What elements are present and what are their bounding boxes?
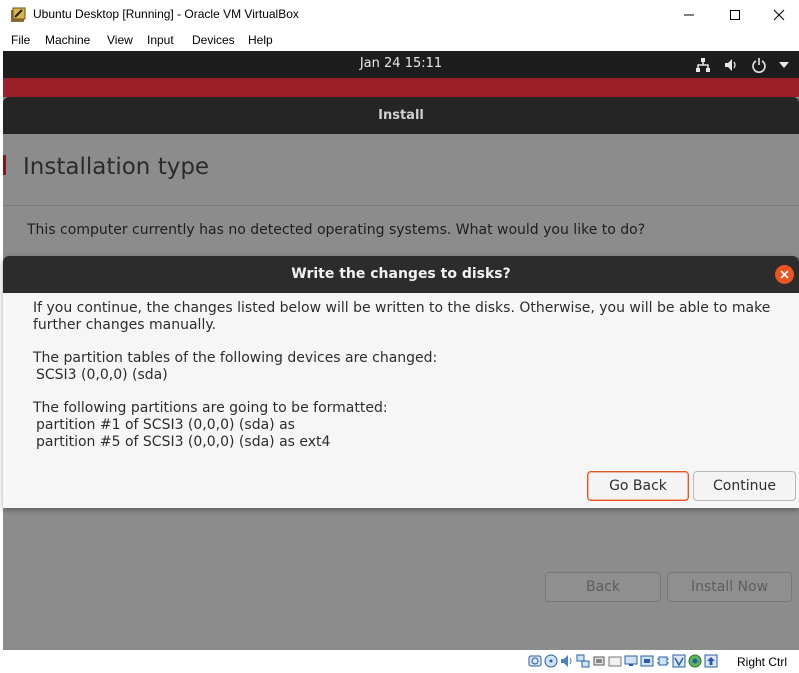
install-window-header: Install	[3, 97, 799, 134]
minimize-icon	[684, 14, 694, 16]
usb-icon[interactable]	[591, 653, 606, 668]
install-now-button[interactable]: Install Now	[667, 572, 792, 602]
recording-icon[interactable]	[639, 653, 654, 668]
window-titlebar: Ubuntu Desktop [Running] - Oracle VM Vir…	[0, 0, 799, 30]
go-back-button[interactable]: Go Back	[587, 471, 689, 501]
vm-status-bar: Right Ctrl	[0, 650, 799, 673]
network-icon[interactable]	[695, 51, 711, 78]
divider	[3, 205, 799, 206]
menu-input[interactable]: Input	[147, 33, 174, 47]
dialog-header: Write the changes to disks?	[3, 256, 799, 293]
desktop-background-strip	[3, 78, 799, 97]
status-icons	[527, 653, 718, 668]
dialog-body: If you continue, the changes listed belo…	[33, 300, 781, 451]
install-question: This computer currently has no detected …	[27, 222, 646, 238]
menu-machine[interactable]: Machine	[45, 33, 90, 47]
back-button[interactable]: Back	[545, 572, 661, 602]
cpu-icon[interactable]	[655, 653, 670, 668]
changed-device: SCSI3 (0,0,0) (sda)	[36, 367, 168, 383]
partition-entry: partition #1 of SCSI3 (0,0,0) (sda) as	[36, 417, 295, 433]
ubuntu-top-bar: Jan 24 15:11	[3, 51, 799, 78]
dialog-close-button[interactable]	[775, 265, 794, 284]
virtualization-icon[interactable]	[671, 653, 686, 668]
clock[interactable]: Jan 24 15:11	[3, 56, 799, 71]
display-icon[interactable]	[623, 653, 638, 668]
shared-folder-icon[interactable]	[607, 653, 622, 668]
optical-drive-icon[interactable]	[543, 653, 558, 668]
partition-tables-heading: The partition tables of the following de…	[33, 350, 438, 366]
minimize-button[interactable]	[666, 0, 712, 30]
menu-help[interactable]: Help	[248, 33, 273, 47]
close-icon	[780, 270, 789, 279]
install-window-title: Install	[378, 108, 424, 123]
menu-devices[interactable]: Devices	[192, 33, 235, 47]
background-edge	[3, 155, 6, 175]
hdd-icon[interactable]	[527, 653, 542, 668]
volume-icon[interactable]	[723, 51, 739, 78]
menubar: File Machine View Input Devices Help	[0, 30, 799, 51]
power-icon[interactable]	[751, 51, 767, 78]
host-key-label: Right Ctrl	[737, 655, 788, 669]
menu-view[interactable]: View	[107, 33, 133, 47]
maximize-icon	[730, 10, 740, 20]
dialog-intro: If you continue, the changes listed belo…	[33, 300, 771, 333]
dialog-title: Write the changes to disks?	[291, 266, 511, 282]
menu-file[interactable]: File	[11, 33, 30, 47]
window-title: Ubuntu Desktop [Running] - Oracle VM Vir…	[33, 7, 299, 21]
mouse-integration-icon[interactable]	[687, 653, 702, 668]
audio-icon[interactable]	[559, 653, 574, 668]
close-window-button[interactable]	[756, 0, 799, 30]
partitions-heading: The following partitions are going to be…	[33, 400, 388, 416]
maximize-button[interactable]	[712, 0, 758, 30]
page-title: Installation type	[23, 154, 210, 180]
hostkey-arrow-icon	[703, 653, 718, 668]
continue-button[interactable]: Continue	[693, 471, 796, 501]
partition-entry: partition #5 of SCSI3 (0,0,0) (sda) as e…	[36, 434, 331, 450]
network-adapter-icon[interactable]	[575, 653, 590, 668]
virtualbox-app-icon	[10, 7, 26, 23]
caret-down-icon[interactable]	[778, 51, 790, 78]
close-icon	[773, 9, 785, 21]
write-changes-dialog: Write the changes to disks? If you conti…	[3, 256, 799, 508]
